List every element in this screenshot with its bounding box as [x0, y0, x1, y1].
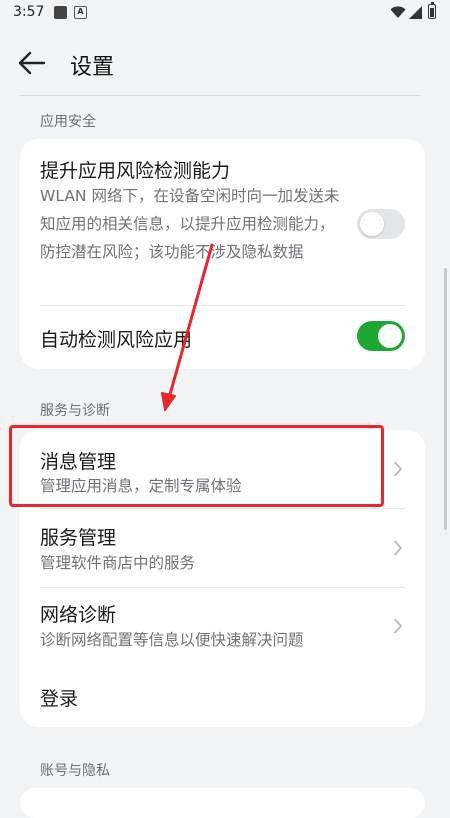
setting-row-login[interactable]: 登录 [20, 666, 425, 727]
auto-detect-toggle[interactable] [357, 321, 405, 351]
toggle-knob [378, 324, 402, 348]
setting-row-risk-detection[interactable]: 提升应用风险检测能力 WLAN 网络下，在设备空闲时向一加发送未知应用的相关信息… [20, 139, 425, 305]
setting-description: 诊断网络配置等信息以便快速解决问题 [40, 631, 304, 649]
cell-signal-icon [409, 6, 422, 19]
setting-title: 服务管理 [40, 527, 117, 549]
chevron-right-icon [394, 618, 402, 634]
app-bar: 设置 [0, 40, 450, 86]
setting-description: WLAN 网络下，在设备空闲时向一加发送未知应用的相关信息，以提升应用检测能力，… [40, 187, 340, 261]
setting-title: 提升应用风险检测能力 [40, 160, 231, 182]
notification-a-icon: A [74, 6, 87, 19]
section-header-account-privacy: 账号与隐私 [40, 763, 110, 779]
page-title: 设置 [70, 55, 115, 80]
setting-row-auto-detect[interactable]: 自动检测风险应用 [20, 306, 425, 369]
section-header-service-diagnostics: 服务与诊断 [40, 403, 110, 419]
toggle-knob [360, 212, 384, 236]
status-time: 3:57 [13, 4, 45, 20]
chevron-right-icon [394, 461, 402, 477]
app-security-card: 提升应用风险检测能力 WLAN 网络下，在设备空闲时向一加发送未知应用的相关信息… [20, 139, 425, 369]
annotation-highlight-box [9, 425, 384, 507]
battery-icon [428, 2, 436, 19]
setting-row-service-management[interactable]: 服务管理 管理软件商店中的服务 [20, 509, 425, 587]
chevron-right-icon [394, 540, 402, 556]
notification-app-icon [54, 6, 67, 19]
setting-description: 管理软件商店中的服务 [40, 554, 196, 572]
risk-detection-toggle[interactable] [357, 209, 405, 239]
back-arrow-icon[interactable] [16, 48, 48, 78]
account-privacy-card [20, 788, 425, 818]
scrollbar[interactable] [444, 268, 447, 530]
setting-title: 登录 [40, 688, 79, 710]
setting-row-network-diagnostics[interactable]: 网络诊断 诊断网络配置等信息以便快速解决问题 [20, 588, 425, 665]
section-header-app-security: 应用安全 [40, 114, 96, 130]
setting-title: 网络诊断 [40, 604, 117, 626]
wifi-icon [390, 6, 406, 18]
header-divider [20, 95, 420, 96]
status-bar: 3:57 A [0, 0, 450, 26]
setting-title: 自动检测风险应用 [40, 329, 193, 351]
